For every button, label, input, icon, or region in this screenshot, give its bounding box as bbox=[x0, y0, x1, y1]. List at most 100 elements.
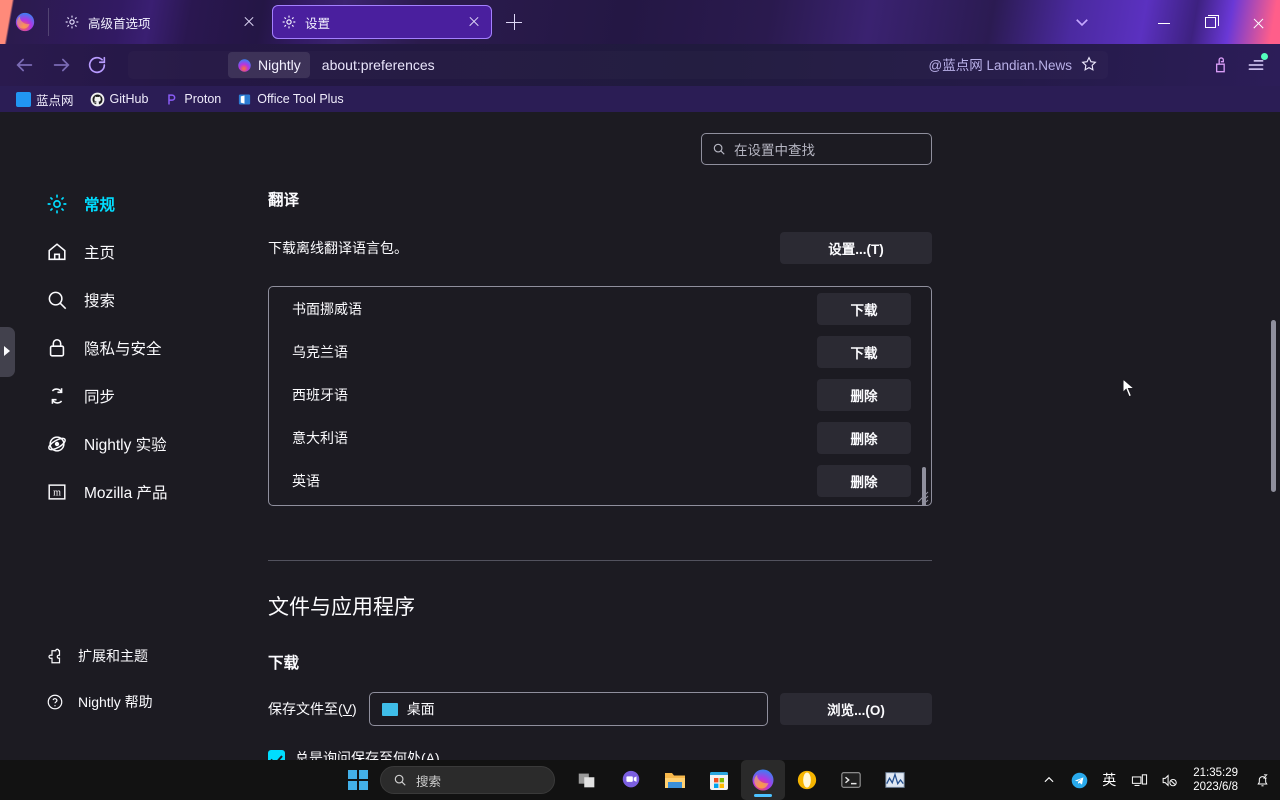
tab-settings[interactable]: 设置 bbox=[272, 5, 492, 39]
firefox-icon bbox=[752, 769, 774, 791]
sidebar-item-general[interactable]: 常规 bbox=[36, 188, 251, 220]
page-scrollbar[interactable] bbox=[1271, 320, 1276, 492]
sidebar-item-nightly-experiments[interactable]: Nightly 实验 bbox=[36, 428, 251, 460]
file-explorer-icon bbox=[665, 773, 685, 788]
performance-monitor-button[interactable] bbox=[873, 760, 917, 800]
new-tab-button[interactable] bbox=[503, 11, 525, 33]
translation-language-list[interactable]: 书面挪威语 下载 乌克兰语 下载 西班牙语 删除 意大利语 删除 英语 删除 bbox=[268, 286, 932, 506]
svg-text:m: m bbox=[53, 488, 61, 499]
sidebar-item-sync[interactable]: 同步 bbox=[36, 380, 251, 412]
url-bar[interactable]: Nightly about:preferences @蓝点网 Landian.N… bbox=[128, 51, 1108, 79]
ime-indicator[interactable]: 英 bbox=[1099, 770, 1119, 790]
hamburger-menu-icon[interactable] bbox=[1246, 53, 1268, 75]
terminal-button[interactable] bbox=[829, 760, 873, 800]
settings-search[interactable]: 在设置中查找 bbox=[701, 133, 932, 165]
language-action-button[interactable]: 下载 bbox=[817, 292, 911, 325]
sidebar-item-home[interactable]: 主页 bbox=[36, 236, 251, 268]
search-input[interactable]: 在设置中查找 bbox=[734, 139, 815, 159]
chat-button[interactable] bbox=[609, 760, 653, 800]
url-text: about:preferences bbox=[321, 57, 435, 73]
clock[interactable]: 21:35:29 2023/6/8 bbox=[1193, 766, 1238, 794]
search-icon bbox=[713, 143, 725, 155]
downloads-heading: 下载 bbox=[268, 655, 300, 672]
firefox-icon bbox=[238, 58, 251, 72]
star-icon[interactable] bbox=[1080, 55, 1098, 73]
sidebar-item-extensions-themes[interactable]: 扩展和主题 bbox=[40, 640, 255, 672]
telegram-icon bbox=[1071, 772, 1088, 788]
language-name: 西班牙语 bbox=[292, 386, 348, 403]
start-button[interactable] bbox=[336, 760, 380, 800]
language-action-button[interactable]: 下载 bbox=[817, 335, 911, 368]
resize-grip-icon[interactable] bbox=[915, 489, 929, 503]
forward-icon[interactable] bbox=[50, 54, 72, 76]
task-view-button[interactable] bbox=[565, 760, 609, 800]
firefox-button[interactable] bbox=[741, 760, 785, 800]
bookmark-office-tool-plus[interactable]: Office Tool Plus bbox=[231, 90, 349, 109]
navigation-toolbar: Nightly about:preferences @蓝点网 Landian.N… bbox=[0, 44, 1280, 86]
table-row: 英语 删除 bbox=[269, 459, 931, 502]
preferences-content: 翻译 下载离线翻译语言包。 设置...(T) 书面挪威语 下载 乌克兰语 下载 … bbox=[268, 188, 932, 768]
identity-chip[interactable]: Nightly bbox=[228, 52, 310, 78]
taskbar-search[interactable]: 搜索 bbox=[380, 766, 555, 794]
github-icon bbox=[90, 92, 104, 106]
language-name: 乌克兰语 bbox=[292, 343, 348, 360]
sidebar-item-search[interactable]: 搜索 bbox=[36, 284, 251, 316]
minimize-button[interactable] bbox=[1141, 8, 1187, 38]
bookmark-label: Proton bbox=[184, 92, 222, 106]
bookmark-proton[interactable]: Proton bbox=[158, 90, 227, 109]
bookmark-landian[interactable]: 蓝点网 bbox=[10, 88, 80, 111]
language-action-button[interactable]: 删除 bbox=[817, 421, 911, 454]
taskbar-search-input[interactable]: 搜索 bbox=[416, 771, 441, 790]
terminal-icon bbox=[841, 772, 861, 788]
tab-advanced-preferences[interactable]: 高级首选项 bbox=[56, 5, 266, 39]
ime-label: 英 bbox=[1102, 772, 1117, 788]
sidebar-toggle-handle[interactable] bbox=[0, 327, 15, 377]
task-view-icon bbox=[578, 773, 595, 788]
microsoft-store-icon bbox=[710, 772, 728, 790]
tab-close-icon[interactable] bbox=[240, 13, 258, 31]
notifications-button[interactable] bbox=[1252, 770, 1272, 790]
language-action-button[interactable]: 删除 bbox=[817, 378, 911, 411]
language-name: 意大利语 bbox=[292, 429, 348, 446]
download-path-field[interactable]: 桌面 bbox=[368, 692, 768, 726]
opera-button[interactable] bbox=[785, 760, 829, 800]
maximize-button[interactable] bbox=[1188, 8, 1234, 38]
bookmark-label: Office Tool Plus bbox=[257, 92, 344, 106]
sidebar-item-nightly-help[interactable]: Nightly 帮助 bbox=[40, 686, 255, 718]
firefox-logo-icon bbox=[15, 12, 35, 32]
system-tray: 英 21:35:29 2023/6/8 bbox=[1039, 760, 1272, 800]
language-action-button[interactable]: 删除 bbox=[817, 464, 911, 497]
volume-button[interactable] bbox=[1159, 770, 1179, 790]
translation-description: 下载离线翻译语言包。 bbox=[268, 240, 408, 256]
sidebar-item-mozilla-products[interactable]: m Mozilla 产品 bbox=[36, 476, 251, 508]
share-icon[interactable] bbox=[1210, 55, 1230, 75]
table-row: 意大利语 删除 bbox=[269, 416, 931, 459]
sidebar-item-label: Nightly 实验 bbox=[84, 437, 167, 454]
reload-icon[interactable] bbox=[86, 54, 108, 76]
close-button[interactable] bbox=[1235, 8, 1280, 38]
question-icon bbox=[47, 694, 63, 710]
atom-icon bbox=[48, 436, 66, 452]
tab-close-icon[interactable] bbox=[465, 13, 483, 31]
files-apps-section: 文件与应用程序 下载 保存文件至(V) 桌面 浏览...(O) 总是询问保存至何… bbox=[268, 591, 932, 768]
preferences-page: 在设置中查找 常规 主页 搜索 隐私与安全 同步 Nightly 实验 m Mo… bbox=[0, 112, 1280, 767]
sidebar-item-privacy-security[interactable]: 隐私与安全 bbox=[36, 332, 251, 364]
network-button[interactable] bbox=[1129, 770, 1149, 790]
browse-button[interactable]: 浏览...(O) bbox=[780, 693, 932, 725]
landian-icon bbox=[16, 91, 31, 107]
chevron-up-icon bbox=[1044, 776, 1054, 783]
notifications-icon bbox=[1256, 773, 1268, 786]
sidebar-item-label: Mozilla 产品 bbox=[84, 485, 168, 502]
preferences-sidebar-bottom: 扩展和主题 Nightly 帮助 bbox=[40, 640, 255, 732]
office-icon bbox=[239, 94, 251, 104]
url-watermark-text: @蓝点网 Landian.News bbox=[928, 58, 1072, 73]
back-icon[interactable] bbox=[14, 54, 36, 76]
show-hidden-icons-button[interactable] bbox=[1039, 770, 1059, 790]
list-all-tabs-icon[interactable] bbox=[1073, 13, 1091, 31]
bookmark-github[interactable]: GitHub bbox=[84, 90, 155, 109]
file-explorer-button[interactable] bbox=[653, 760, 697, 800]
translation-settings-button[interactable]: 设置...(T) bbox=[780, 232, 932, 264]
gear-icon bbox=[282, 15, 296, 29]
telegram-tray-button[interactable] bbox=[1069, 770, 1089, 790]
microsoft-store-button[interactable] bbox=[697, 760, 741, 800]
